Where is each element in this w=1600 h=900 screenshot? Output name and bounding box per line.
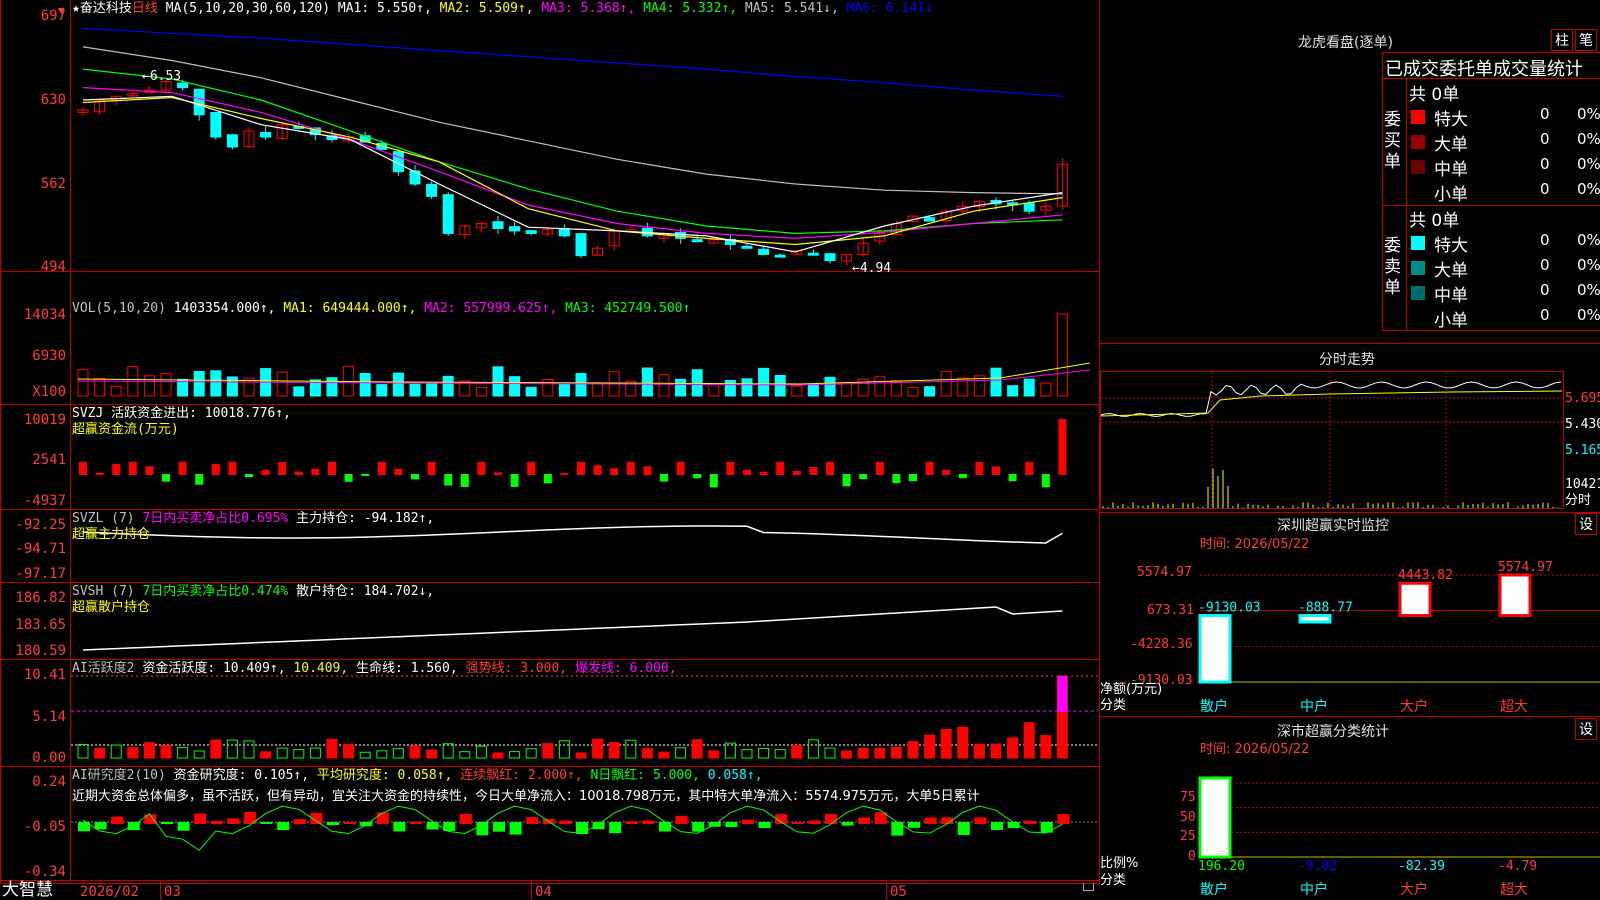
sz-stats-data-label: -82.39 <box>1398 859 1445 874</box>
sz-stats-category-label: 散户 <box>1200 881 1228 898</box>
sz-stats-category-label: 超大 <box>1500 882 1528 898</box>
sz-stats-data-label: -4.79 <box>1498 859 1537 874</box>
sz-stats-data-label: 196.20 <box>1198 859 1245 874</box>
sz-stats-bar <box>1198 776 1232 859</box>
sz-stats-data-label: -9.02 <box>1298 859 1337 874</box>
sz-stats-category-label: 大户 <box>1400 881 1428 898</box>
sz-stats-category-label: 中户 <box>1300 881 1328 898</box>
sz-stats-chart: 196.20 散户 -9.02 中户 -82.39 大户 -4.79 超大 <box>1198 776 1600 898</box>
